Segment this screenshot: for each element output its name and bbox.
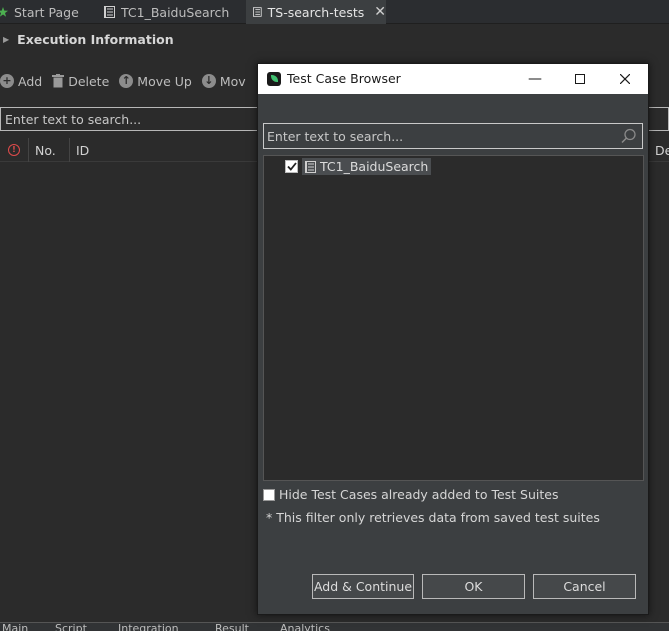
dialog-search-box — [263, 123, 643, 149]
add-label: Add — [18, 73, 43, 89]
arrow-down-icon: ↓ — [201, 74, 216, 88]
tab-ts-search-tests[interactable]: TS-search-tests ✕ — [246, 0, 386, 24]
katalon-app-icon — [267, 72, 281, 86]
dialog-search-input[interactable] — [264, 124, 614, 148]
error-status-column[interactable]: ! — [8, 144, 20, 156]
plus-icon: + — [0, 74, 14, 88]
move-up-label: Move Up — [137, 73, 192, 89]
minimize-icon: — — [528, 71, 542, 87]
execution-information-header[interactable]: ▶ Execution Information — [0, 28, 174, 50]
dialog-title: Test Case Browser — [287, 71, 401, 86]
tree-item-label: TC1_BaiduSearch — [320, 159, 429, 174]
bottom-tab-result[interactable]: Result — [215, 623, 249, 631]
checkmark-icon — [286, 162, 297, 171]
move-up-button[interactable]: ↑ Move Up — [119, 74, 192, 89]
bottom-tab-integration[interactable]: Integration — [118, 623, 179, 631]
move-down-button[interactable]: ↓ Mov — [201, 73, 246, 89]
bottom-tab-analytics[interactable]: Analytics — [280, 623, 330, 631]
suite-toolbar: + Add Delete ↑ Move Up ↓ Mov — [0, 70, 256, 92]
close-icon[interactable]: ✕ — [374, 4, 386, 20]
close-icon — [620, 74, 630, 84]
search-icon[interactable] — [621, 128, 637, 144]
column-label: ID — [76, 142, 90, 158]
close-button[interactable] — [602, 64, 648, 94]
trash-icon — [52, 74, 65, 88]
error-icon: ! — [8, 144, 20, 156]
test-case-tree[interactable]: TC1_BaiduSearch — [263, 155, 644, 481]
arrow-up-icon: ↑ — [119, 74, 134, 88]
chevron-right-icon: ▶ — [3, 34, 10, 44]
tree-item-selection[interactable]: TC1_BaiduSearch — [302, 158, 432, 175]
test-case-browser-dialog: Test Case Browser — TC1_BaiduSearch Hide… — [257, 63, 649, 615]
move-down-label: Mov — [219, 73, 246, 89]
cancel-button[interactable]: Cancel — [533, 574, 636, 599]
hide-added-checkbox[interactable] — [263, 488, 275, 501]
delete-button[interactable]: Delete — [52, 74, 109, 89]
maximize-button[interactable] — [557, 64, 603, 94]
hide-added-label: Hide Test Cases already added to Test Su… — [279, 487, 559, 502]
tree-item[interactable]: TC1_BaiduSearch — [285, 158, 432, 175]
star-icon — [0, 7, 8, 17]
dialog-titlebar[interactable]: Test Case Browser — — [258, 64, 648, 94]
minimize-button[interactable]: — — [512, 64, 558, 94]
add-continue-button[interactable]: Add & Continue — [312, 574, 414, 599]
column-label: De — [655, 142, 669, 158]
tab-label: TC1_BaiduSearch — [121, 4, 230, 20]
ok-button[interactable]: OK — [422, 574, 525, 599]
bottom-tab-bar: Main Script Integration Result Analytics — [0, 622, 669, 631]
tree-item-checkbox[interactable] — [285, 160, 298, 173]
hide-added-test-cases-option[interactable]: Hide Test Cases already added to Test Su… — [263, 487, 558, 502]
column-header-description[interactable]: De — [648, 138, 669, 162]
delete-label: Delete — [68, 73, 110, 89]
column-header-id[interactable]: ID — [69, 138, 259, 162]
tab-tc1-baidusearch[interactable]: TC1_BaiduSearch — [104, 0, 244, 24]
filter-note: * This filter only retrieves data from s… — [266, 510, 600, 525]
add-button[interactable]: + Add — [0, 74, 42, 89]
column-label: No. — [35, 142, 56, 158]
tab-label: Start Page — [14, 4, 79, 20]
test-suite-icon — [253, 7, 262, 17]
section-title: Execution Information — [17, 31, 174, 47]
tab-label: TS-search-tests — [267, 4, 365, 20]
bottom-tab-main[interactable]: Main — [2, 623, 28, 631]
test-case-icon — [305, 160, 316, 173]
test-case-icon — [104, 6, 115, 18]
maximize-icon — [575, 74, 585, 84]
editor-tab-bar: Start Page TC1_BaiduSearch TS-search-tes… — [0, 0, 669, 24]
tab-start-page[interactable]: Start Page — [0, 0, 96, 24]
bottom-tab-script[interactable]: Script — [55, 623, 87, 631]
column-header-no[interactable]: No. — [28, 138, 68, 162]
